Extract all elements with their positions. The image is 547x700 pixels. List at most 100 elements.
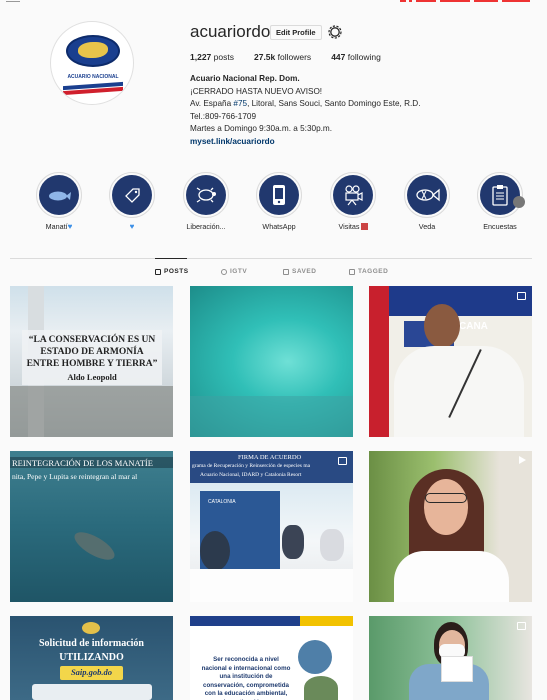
highlight-ring — [183, 172, 229, 218]
tab-tagged[interactable]: TAGGED — [349, 268, 388, 275]
clapper-emoji-icon — [360, 223, 368, 230]
turtle-icon — [186, 175, 226, 215]
grid-icon — [155, 268, 161, 275]
form-shape — [32, 684, 152, 700]
post-thumbnail[interactable] — [190, 286, 353, 437]
multi-post-icon — [338, 457, 347, 465]
bio-link[interactable]: myset.link/acuariordo — [190, 136, 420, 149]
crop-mark — [6, 1, 20, 2]
post-title: FIRMA DE ACUERDO — [238, 454, 302, 461]
camera-icon — [333, 175, 373, 215]
top-crop-strip — [0, 0, 547, 6]
blue-heart-icon: ♥ — [129, 222, 135, 231]
tab-saved-label: SAVED — [292, 268, 317, 275]
bio-hashtag[interactable]: #75 — [233, 99, 247, 108]
highlight-liberacion[interactable]: Liberación... — [176, 172, 236, 231]
phone-icon — [259, 175, 299, 215]
posts-number: 1,227 — [190, 52, 212, 62]
posts-label: posts — [213, 52, 234, 62]
edit-profile-button[interactable]: Edit Profile — [270, 25, 322, 40]
post-title: Solicitud de información — [38, 638, 144, 649]
post-subtitle: nita, Pepe y Lupita se reintegran al mar… — [12, 472, 138, 481]
post-thumbnail[interactable] — [369, 451, 532, 602]
highlight-manati[interactable]: Manatí♥ — [29, 172, 89, 231]
posts-count[interactable]: 1,227 posts — [190, 52, 234, 62]
tab-posts-label: POSTS — [164, 268, 189, 275]
tagged-icon — [349, 268, 355, 275]
bio-notice: ¡CERRADO HASTA NUEVO AVISO! — [190, 86, 323, 96]
post-thumbnail[interactable]: REINTEGRACIÓN DE LOS MANATÍE nita, Pepe … — [10, 451, 173, 602]
logo-icon — [82, 622, 100, 634]
highlight-label: Liberación... — [186, 222, 226, 231]
profile-avatar[interactable]: ACUARIO NACIONAL — [50, 21, 134, 105]
post-quote-text: “LA CONSERVACIÓN ES UN ESTADO DE ARMONÍA… — [26, 335, 158, 369]
bio-address: Av. España #75, Litoral, Sans Souci, San… — [190, 98, 420, 111]
profile-stats: 1,227 posts 27.5k followers 447 followin… — [190, 52, 381, 62]
water-shadow — [190, 396, 353, 437]
highlight-label: Veda — [418, 222, 436, 231]
tabs-divider — [10, 258, 532, 259]
following-label: following — [347, 52, 381, 62]
table-shape — [190, 569, 353, 602]
post-thumbnail[interactable]: CANA — [369, 286, 532, 437]
crop-red-text — [400, 0, 530, 3]
photo-circle — [304, 676, 338, 700]
highlight-label-text: Manatí — [45, 222, 68, 231]
profile-username: acuariordo — [190, 22, 271, 41]
tab-active-indicator — [155, 258, 187, 259]
glasses-shape — [425, 493, 467, 503]
highlight-ring — [330, 172, 376, 218]
highlights-next-arrow[interactable] — [513, 196, 525, 208]
person-shape — [200, 531, 230, 571]
followers-number: 27.5k — [253, 52, 276, 62]
post-quote-author: Aldo Leopold — [67, 372, 117, 382]
tab-saved[interactable]: SAVED — [283, 268, 316, 275]
highlight-label-text: Visitas — [338, 222, 360, 231]
highlight-label: Manatí♥ — [29, 222, 89, 231]
manatee-icon — [39, 175, 79, 215]
highlight-veda[interactable]: Veda — [397, 172, 457, 231]
certificate-shape — [441, 656, 473, 682]
highlight-ring — [404, 172, 450, 218]
banner-text: CANA — [459, 321, 488, 332]
bio-phone: Tel.:809-766-1709 — [190, 111, 257, 121]
profile-bio: Acuario Nacional Rep. Dom. ¡CERRADO HAST… — [190, 73, 420, 149]
settings-gear-icon[interactable] — [328, 25, 342, 39]
highlight-label: WhatsApp — [262, 222, 296, 231]
saip-text: Saip.gob.do — [70, 667, 113, 677]
followers-count[interactable]: 27.5k followers — [254, 52, 311, 62]
blue-heart-icon: ♥ — [67, 222, 73, 231]
highlight-ring — [477, 172, 523, 218]
post-thumbnail[interactable] — [369, 616, 532, 700]
bookmark-icon — [283, 268, 289, 275]
tag-icon — [112, 175, 152, 215]
photo-circle — [298, 640, 332, 674]
highlight-whatsapp[interactable]: WhatsApp — [249, 172, 309, 231]
post-subtitle-2: Acuario Nacional, IDARD y Catalonia Reso… — [200, 472, 302, 478]
highlight-tag[interactable]: ♥ — [102, 172, 162, 231]
followers-label: followers — [277, 52, 312, 62]
bio-hours: Martes a Domingo 9:30a.m. a 5:30p.m. — [190, 124, 332, 134]
flag-red-shape — [369, 286, 389, 437]
post-thumbnail[interactable]: FIRMA DE ACUERDO grama de Recuperación y… — [190, 451, 353, 602]
igtv-icon — [221, 268, 227, 275]
tab-posts[interactable]: POSTS — [155, 268, 189, 275]
banner-yellow — [300, 616, 353, 626]
post-thumbnail[interactable]: Solicitud de información UTILIZANDO Saip… — [10, 616, 173, 700]
manatee-shape — [70, 526, 119, 566]
tab-igtv[interactable]: IGTV — [221, 268, 247, 275]
highlight-visitas[interactable]: Visitas — [323, 172, 383, 231]
bio-address-post: , Litoral, Sans Souci, Santo Domingo Est… — [247, 99, 421, 109]
post-thumbnail[interactable]: “LA CONSERVACIÓN ES UN ESTADO DE ARMONÍA… — [10, 286, 173, 437]
highlight-ring — [36, 172, 82, 218]
fish-icon — [407, 175, 447, 215]
post-thumbnail[interactable]: Ser reconocida a nivel nacional e intern… — [190, 616, 353, 700]
person-shape — [282, 525, 304, 559]
tab-tagged-label: TAGGED — [358, 268, 389, 275]
multi-post-icon — [517, 292, 526, 300]
face-shape — [424, 479, 468, 535]
highlight-label: Encuestas — [483, 222, 517, 231]
banner-shape — [389, 286, 532, 316]
video-play-icon — [519, 456, 526, 464]
following-count[interactable]: 447 following — [331, 52, 381, 62]
